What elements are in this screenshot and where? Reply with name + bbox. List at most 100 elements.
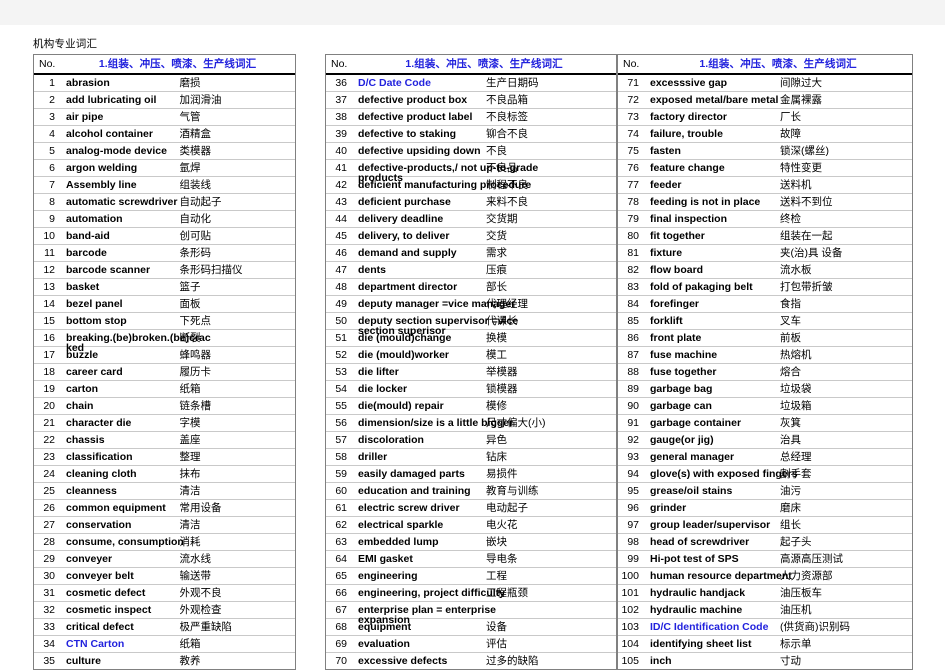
glossary-table-group: No. 1.组装、冲压、喷漆、生产线词汇 1 abrasion 磨损 2 add lub… — [33, 54, 913, 670]
table-row: 28 consume, consumption 消耗 — [34, 533, 295, 551]
row-number: 97 — [618, 516, 644, 534]
term-chinese: 换模 — [484, 329, 616, 347]
table-row: 8 automatic screwdriver 自动起子 — [34, 193, 295, 211]
row-number: 40 — [326, 142, 352, 160]
term-chinese: 类模器 — [177, 142, 295, 160]
row-number: 65 — [326, 567, 352, 585]
term-chinese: 纸箱 — [177, 380, 295, 398]
table-row: 79 final inspection 终检 — [618, 210, 912, 228]
term-chinese: 食指 — [778, 295, 912, 313]
term-chinese: 打包带折皱 — [778, 278, 912, 296]
row-number: 92 — [618, 431, 644, 449]
table-body: 36 D/C Date Code 生产日期码 37 defective product … — [326, 74, 616, 669]
term-chinese: 总经理 — [778, 448, 912, 466]
row-number: 19 — [34, 380, 60, 398]
row-number: 68 — [326, 618, 352, 636]
table-row: 86 front plate 前板 — [618, 329, 912, 347]
term-chinese: 评估 — [484, 635, 616, 653]
column-header-no: No. — [326, 55, 352, 75]
table-row: 88 fuse together 熔合 — [618, 363, 912, 381]
row-number: 23 — [34, 448, 60, 466]
term-chinese: 输送带 — [177, 567, 295, 585]
table-row: 58 driller 钻床 — [326, 448, 616, 466]
term-chinese: 面板 — [177, 295, 295, 313]
term-english: final inspection — [644, 210, 778, 228]
table-row: 67 enterprise plan = enterprise expansion — [326, 601, 616, 626]
term-english: excessive defects — [358, 655, 448, 667]
table-row: 74 failure, trouble 故障 — [618, 125, 912, 143]
term-chinese: 氩焊 — [177, 159, 295, 177]
row-number: 56 — [326, 414, 352, 432]
term-chinese: 铆合不良 — [484, 125, 616, 143]
row-number: 22 — [34, 431, 60, 449]
term-chinese: 厂长 — [778, 108, 912, 126]
term-english: bezel panel — [60, 295, 178, 313]
term-english: enterprise plan = enterprise expansion — [352, 601, 496, 626]
term-english: fold of pakaging belt — [644, 278, 778, 296]
table-row: 14 bezel panel 面板 — [34, 295, 295, 313]
row-number: 16 — [34, 329, 60, 347]
row-number: 67 — [326, 601, 352, 619]
table-row: 60 education and training 教育与训练 — [326, 482, 616, 500]
row-number: 5 — [34, 142, 60, 160]
term-chinese: 送料不到位 — [778, 193, 912, 211]
term-chinese: 下死点 — [177, 312, 295, 330]
row-number: 15 — [34, 312, 60, 330]
row-number: 3 — [34, 108, 60, 126]
table-row: 69 evaluation 评估 — [326, 635, 616, 653]
table-row: 48 department director 部长 — [326, 278, 616, 296]
term-english: cleanness — [60, 482, 178, 500]
row-number: 62 — [326, 516, 352, 534]
table-row: 47 dents 压痕 — [326, 261, 616, 279]
term-english-overflow: products — [358, 172, 403, 184]
term-english: feeding is not in place — [644, 193, 778, 211]
term-chinese: 整理 — [177, 448, 295, 466]
table-row: 45 delivery, to deliver 交货 — [326, 227, 616, 245]
row-number: 98 — [618, 533, 644, 551]
term-chinese: 组装在一起 — [778, 227, 912, 245]
row-number: 24 — [34, 465, 60, 483]
table-head: No. 1.组装、冲压、喷漆、生产线词汇 — [34, 55, 295, 75]
table-row: 101 hydraulic handjack 油压板车 — [618, 584, 912, 602]
glossary-table-1: No. 1.组装、冲压、喷漆、生产线词汇 1 abrasion 磨损 2 add lub… — [34, 55, 295, 669]
term-english: electrical sparkle — [352, 516, 484, 534]
term-chinese: 自动化 — [177, 210, 295, 228]
term-chinese: 蜂鸣器 — [177, 346, 295, 364]
row-number: 82 — [618, 261, 644, 279]
term-english: defective-products,/ not up-to-grade prod… — [352, 159, 538, 184]
term-english: deputy manager =vice manager — [352, 295, 515, 313]
term-english: defective product box — [352, 91, 484, 109]
table-header-row: No. 1.组装、冲压、喷漆、生产线词汇 — [326, 55, 616, 75]
term-chinese: 热熔机 — [778, 346, 912, 364]
row-number: 73 — [618, 108, 644, 126]
column-header-no: No. — [34, 55, 60, 75]
table-row: 64 EMI gasket 导电条 — [326, 550, 616, 568]
term-chinese: 履历卡 — [177, 363, 295, 381]
table-row: 61 electric screw driver 电动起子 — [326, 499, 616, 517]
row-number: 102 — [618, 601, 644, 619]
term-english: band-aid — [60, 227, 178, 245]
term-english: die locker — [352, 380, 484, 398]
row-number: 74 — [618, 125, 644, 143]
term-english: excesssive gap — [644, 74, 778, 92]
term-english: dents — [352, 261, 484, 279]
term-english: front plate — [644, 329, 778, 347]
table-row: 103 ID/C Identification Code (供货商)识别码 — [618, 618, 912, 636]
table-row: 52 die (mould)worker 模工 — [326, 346, 616, 364]
term-chinese: 不良标签 — [484, 108, 616, 126]
term-english: defective upsiding down — [352, 142, 484, 160]
row-number: 77 — [618, 176, 644, 194]
term-chinese: 工程 — [484, 567, 616, 585]
term-english: hydraulic handjack — [644, 584, 778, 602]
table-row: 102 hydraulic machine 油压机 — [618, 601, 912, 619]
table-row: 36 D/C Date Code 生产日期码 — [326, 74, 616, 92]
row-number: 46 — [326, 244, 352, 262]
term-english: common equipment — [60, 499, 178, 517]
term-english: garbage can — [644, 397, 778, 415]
term-english: career card — [60, 363, 178, 381]
term-chinese: 常用设备 — [177, 499, 295, 517]
term-chinese: 高源高压测试 — [778, 550, 912, 568]
term-chinese: 故障 — [778, 125, 912, 143]
term-english: CTN Carton — [60, 635, 178, 653]
row-number: 25 — [34, 482, 60, 500]
